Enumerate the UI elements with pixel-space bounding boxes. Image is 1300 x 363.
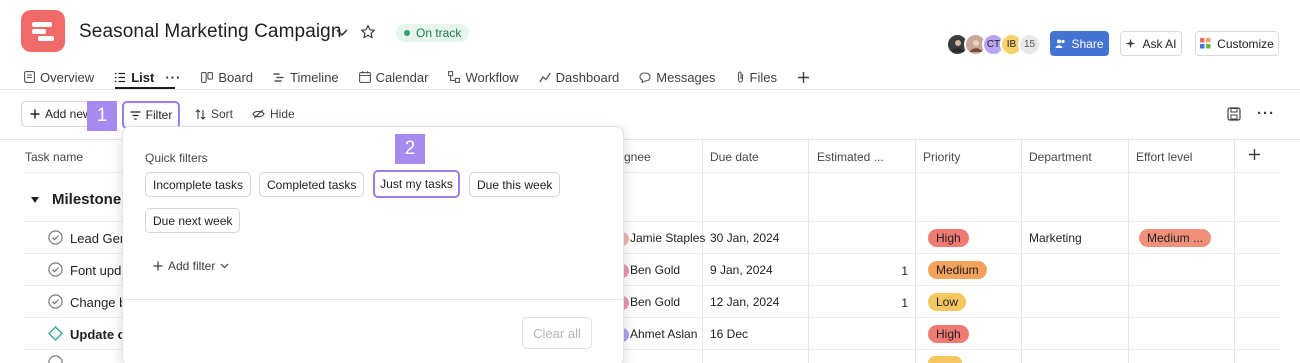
star-icon[interactable] [360,24,376,43]
task-name[interactable]: Lead Gen [70,231,127,246]
workflow-icon [448,71,461,83]
plus-icon [797,71,809,83]
tab-timeline[interactable]: Timeline [273,70,339,85]
customize-icon [1200,38,1211,49]
overview-icon [24,71,35,83]
tab-overview[interactable]: Overview [24,70,94,85]
tab-list[interactable]: List ··· [114,70,181,85]
save-view-icon[interactable] [1227,107,1241,124]
check-circle-icon[interactable] [48,355,63,363]
task-assignee[interactable]: Ben Gold [630,295,680,309]
column-header-effort[interactable]: Effort level [1136,150,1192,164]
tab-dashboard[interactable]: Dashboard [538,70,619,85]
column-header-due-date[interactable]: Due date [710,150,759,164]
calendar-icon [358,71,371,83]
tab-messages[interactable]: Messages [639,70,716,85]
filter-button[interactable]: Filter [122,101,180,129]
customize-button[interactable]: Customize [1195,31,1279,56]
filter-icon [130,110,141,120]
add-new-button[interactable]: Add new [21,101,94,127]
task-assignee[interactable]: Ahmet Aslan [630,327,697,341]
share-button[interactable]: Share [1050,31,1109,56]
check-circle-icon[interactable] [48,230,63,248]
task-assignee[interactable]: Jamie Staples [630,231,705,245]
dashboard-icon [538,72,551,82]
sort-button[interactable]: Sort [195,107,233,121]
plus-icon [153,261,163,271]
tab-board[interactable]: Board [201,70,253,85]
tab-calendar[interactable]: Calendar [358,70,428,85]
priority-badge[interactable]: High [928,229,969,247]
task-name[interactable]: Font upd [70,263,121,278]
add-tab-button[interactable] [797,71,810,84]
add-filter-button[interactable]: Add filter [153,259,229,273]
more-options-icon[interactable]: ··· [1257,105,1275,122]
status-badge[interactable]: On track [396,24,470,42]
task-due-date[interactable]: 12 Jan, 2024 [710,295,779,309]
column-header-task-name[interactable]: Task name [25,150,83,164]
task-due-date[interactable]: 30 Jan, 2024 [710,231,779,245]
priority-badge[interactable] [928,356,962,363]
more-options-icon[interactable]: ··· [165,70,181,85]
chevron-down-icon [220,263,229,269]
tab-workflow[interactable]: Workflow [448,70,519,85]
task-name[interactable]: Update c [70,327,125,342]
step-marker-2: 2 [395,134,425,164]
tab-files[interactable]: Files [736,70,777,85]
board-icon [201,71,214,83]
sparkle-icon [1125,38,1136,49]
status-label: On track [416,26,462,40]
files-icon [737,71,743,83]
project-title[interactable]: Seasonal Marketing Campaign [79,21,342,43]
column-header-assignee[interactable]: gnee [624,150,651,164]
filter-dropdown: Quick filters Incomplete tasks Completed… [122,126,624,363]
quick-filter-due-this-week[interactable]: Due this week [469,172,561,197]
task-name[interactable]: Change b [70,295,126,310]
quick-filter-incomplete[interactable]: Incomplete tasks [145,172,252,197]
caret-down-icon [31,196,39,203]
chevron-down-icon[interactable] [335,26,349,41]
member-count[interactable]: 15 [1018,33,1041,56]
priority-badge[interactable]: Medium [928,261,987,279]
section-milestone[interactable]: Milestone [30,191,121,208]
effort-badge[interactable]: Medium ... [1139,229,1212,247]
project-logo-icon[interactable] [21,10,65,52]
clear-all-button[interactable]: Clear all [522,317,592,349]
check-circle-icon[interactable] [48,262,63,280]
project-tabs: Overview List ··· Board Timeline Calenda… [24,66,830,88]
list-icon [115,72,126,82]
step-marker-1: 1 [87,101,117,131]
milestone-diamond-icon[interactable] [48,326,63,344]
add-column-icon[interactable] [1248,148,1261,164]
hide-button[interactable]: Hide [252,107,295,121]
task-estimate[interactable]: 1 [808,264,908,278]
quick-filter-completed[interactable]: Completed tasks [259,172,365,197]
task-department[interactable]: Marketing [1029,231,1082,245]
tabs-divider [0,89,1300,90]
sort-icon [195,108,206,120]
dropdown-divider [123,299,623,300]
priority-badge[interactable]: High [928,325,969,343]
messages-icon [639,71,651,83]
task-assignee[interactable]: Ben Gold [630,263,680,277]
people-icon [1055,39,1066,48]
quick-filter-just-my-tasks[interactable]: Just my tasks [373,170,460,198]
column-header-department[interactable]: Department [1029,150,1092,164]
column-header-priority[interactable]: Priority [923,150,960,164]
column-header-estimated[interactable]: Estimated ... [817,150,884,164]
check-circle-icon[interactable] [48,294,63,312]
priority-badge[interactable]: Low [928,293,967,311]
quick-filter-due-next-week[interactable]: Due next week [145,208,241,233]
timeline-icon [273,72,284,82]
ask-ai-button[interactable]: Ask AI [1120,31,1182,56]
member-avatars[interactable]: CT IB 15 [946,33,1041,56]
plus-icon [30,109,40,119]
task-due-date[interactable]: 16 Dec [710,327,748,341]
status-dot-icon [404,30,410,36]
quick-filters-title: Quick filters [145,151,208,165]
task-due-date[interactable]: 9 Jan, 2024 [710,263,773,277]
eye-off-icon [252,109,265,119]
task-estimate[interactable]: 1 [808,296,908,310]
